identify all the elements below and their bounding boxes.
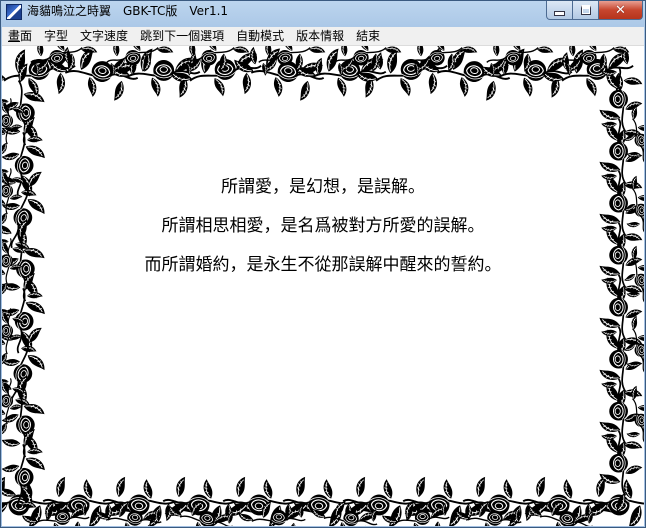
- maximize-button[interactable]: [573, 1, 599, 20]
- menu-auto-mode[interactable]: 自動模式: [230, 27, 290, 45]
- narration-text: 所謂愛，是幻想，是誤解。 所謂相思相愛，是名爲被對方所愛的誤解。 而所謂婚約，是…: [42, 176, 604, 293]
- narration-line-2: 所謂相思相愛，是名爲被對方所愛的誤解。: [161, 216, 485, 236]
- minimize-icon: [554, 10, 565, 16]
- maximize-icon: [580, 5, 591, 15]
- narration-line-1: 所謂愛，是幻想，是誤解。: [221, 177, 425, 197]
- menu-screen-rest: 面: [20, 29, 33, 43]
- minimize-button[interactable]: [546, 1, 573, 20]
- narration-line-3: 而所謂婚約，是永生不從那誤解中醒來的誓約。: [144, 255, 502, 275]
- title-bar[interactable]: 海貓鳴泣之時翼 GBK-TC版 Ver1.1 ✕: [1, 1, 645, 23]
- window-controls: ✕: [546, 1, 643, 20]
- game-screen[interactable]: 所謂愛，是幻想，是誤解。 所謂相思相愛，是名爲被對方所愛的誤解。 而所謂婚約，是…: [2, 46, 644, 526]
- window-title: 海貓鳴泣之時翼 GBK-TC版 Ver1.1: [27, 4, 229, 18]
- menu-bar: 畫面 字型 文字速度 跳到下一個選項 自動模式 版本情報 結束: [2, 27, 644, 46]
- menu-text-speed[interactable]: 文字速度: [74, 27, 134, 45]
- menu-font[interactable]: 字型: [38, 27, 74, 45]
- app-icon[interactable]: [6, 4, 22, 20]
- menu-screen[interactable]: 畫面: [2, 27, 38, 45]
- menu-version-info[interactable]: 版本情報: [290, 27, 350, 45]
- close-button[interactable]: ✕: [599, 1, 643, 20]
- menu-exit[interactable]: 結束: [350, 27, 386, 45]
- menu-skip-to-next-choice[interactable]: 跳到下一個選項: [134, 27, 230, 45]
- close-icon: ✕: [615, 2, 626, 18]
- game-window: 海貓鳴泣之時翼 GBK-TC版 Ver1.1 ✕ 畫面 字型 文字速度 跳到下一…: [0, 0, 646, 528]
